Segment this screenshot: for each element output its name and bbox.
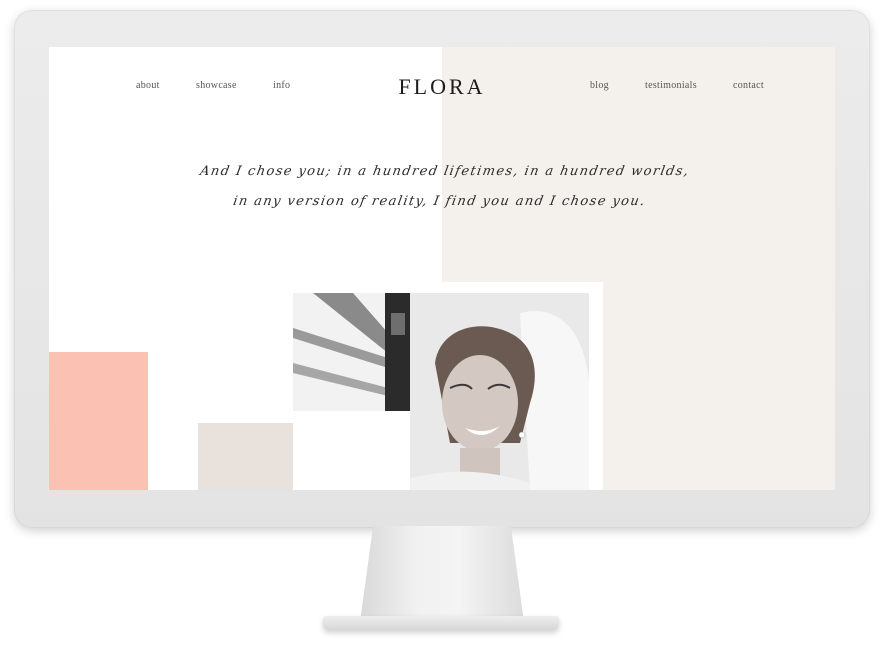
nav-testimonials-link[interactable]: testimonials xyxy=(645,80,697,91)
quote-line-1: And I chose you; in a hundred lifetimes,… xyxy=(198,164,691,179)
nav-about-link[interactable]: about xyxy=(136,80,160,91)
pink-accent-block xyxy=(49,352,148,490)
photo-collage xyxy=(293,282,603,490)
monitor-stand xyxy=(360,526,524,622)
site-logo[interactable]: FLORA xyxy=(398,74,485,99)
nav-showcase-link[interactable]: showcase xyxy=(196,80,237,91)
bride-portrait-art xyxy=(410,293,589,490)
quote-line-2: in any version of reality, I find you an… xyxy=(231,194,647,209)
bride-portrait-photo xyxy=(410,293,589,490)
monitor-base xyxy=(323,616,559,630)
nav-info-link[interactable]: info xyxy=(273,80,290,91)
website-screen: about showcase info FLORA blog testimoni… xyxy=(49,47,835,490)
nav-blog-link[interactable]: blog xyxy=(590,80,609,91)
script-quote: And I chose you; in a hundred lifetimes,… xyxy=(164,157,721,217)
nav-contact-link[interactable]: contact xyxy=(733,80,764,91)
